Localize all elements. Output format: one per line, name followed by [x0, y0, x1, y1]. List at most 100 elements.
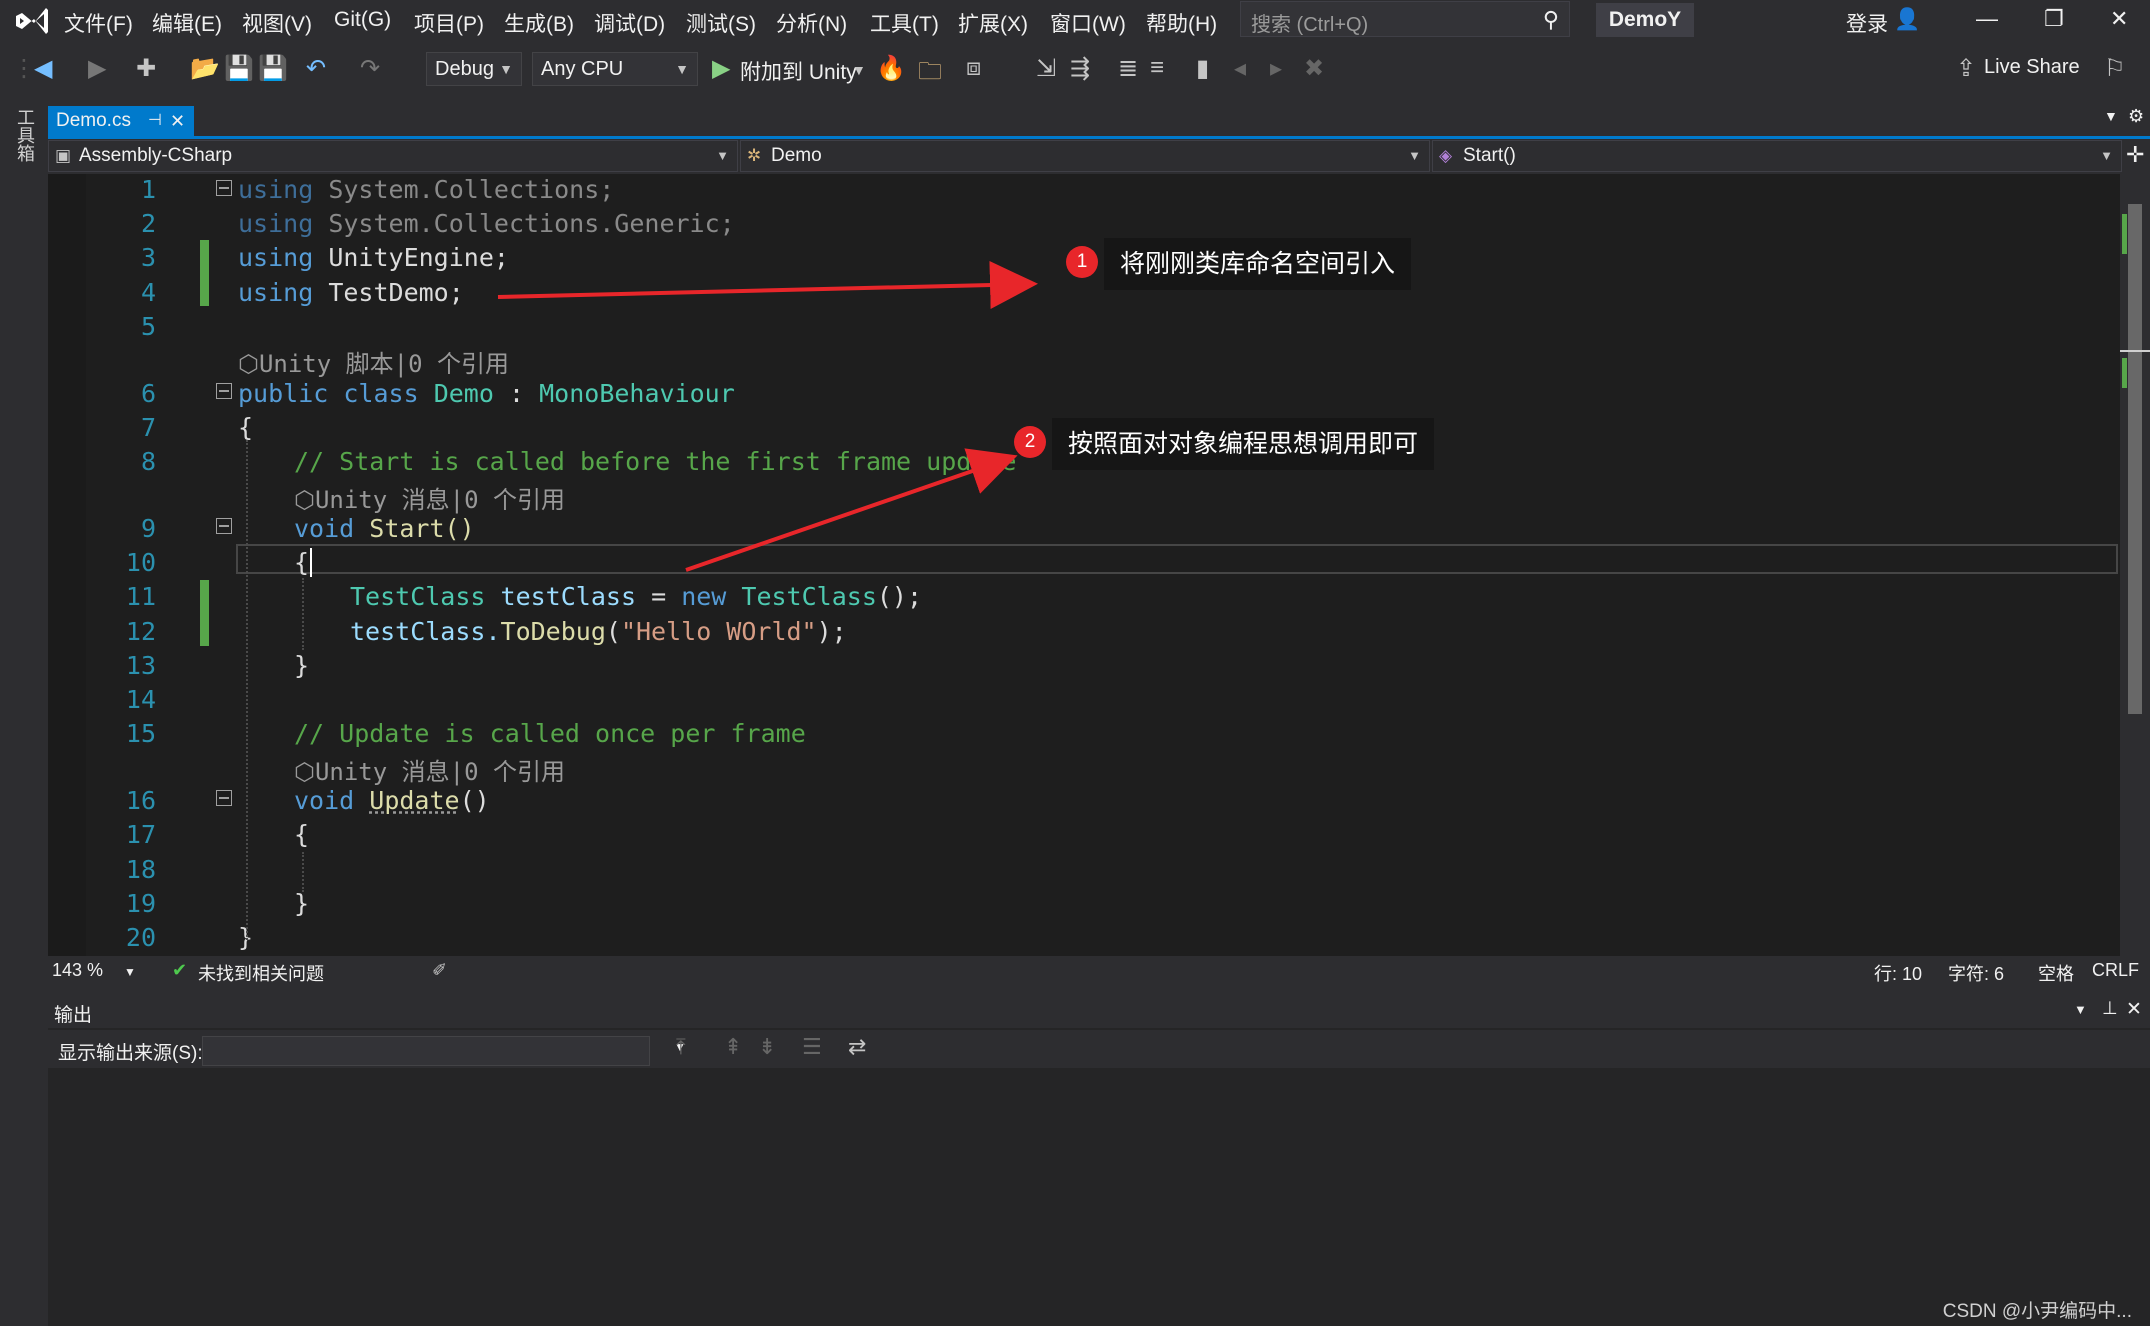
- step-over-icon[interactable]: ⇶: [1070, 54, 1090, 83]
- platform-dropdown[interactable]: Any CPU ▼: [532, 52, 698, 86]
- tab-demo-cs[interactable]: Demo.cs ⊣ ✕: [48, 106, 194, 138]
- search-icon[interactable]: ⚲: [1543, 7, 1559, 33]
- find-in-files-icon[interactable]: 🗀: [918, 54, 942, 95]
- fold-toggle[interactable]: [216, 518, 232, 534]
- chevron-down-icon[interactable]: ▼: [2074, 1002, 2087, 1017]
- code-line-6: public class Demo : MonoBehaviour: [238, 379, 735, 408]
- bookmark-icon[interactable]: ▮: [1196, 54, 1209, 83]
- caret-marker: [2120, 350, 2150, 352]
- menu-extensions[interactable]: 扩展(X): [958, 8, 1028, 38]
- side-toolbox-strip: 工具箱: [0, 100, 44, 1326]
- redo-icon[interactable]: ↷: [360, 54, 380, 83]
- menu-edit[interactable]: 编辑(E): [152, 8, 222, 38]
- menu-build[interactable]: 生成(B): [504, 8, 574, 38]
- chevron-down-icon[interactable]: ▼: [124, 965, 136, 979]
- save-all-icon[interactable]: 💾: [258, 54, 288, 83]
- editor-vertical-scrollbar[interactable]: [2120, 174, 2150, 956]
- class-dropdown[interactable]: ✲ Demo ▼: [740, 140, 1430, 172]
- search-box[interactable]: 搜索 (Ctrl+Q) ⚲: [1240, 1, 1570, 37]
- next-message-icon[interactable]: ⇟: [758, 1034, 776, 1060]
- gear-icon[interactable]: ⚙: [2128, 106, 2144, 127]
- indent-icon[interactable]: ≣: [1118, 54, 1138, 83]
- tab-overflow-icon[interactable]: ▼: [2104, 108, 2118, 124]
- word-wrap-icon[interactable]: ⇄: [848, 1034, 866, 1060]
- menu-debug[interactable]: 调试(D): [594, 8, 665, 38]
- open-folder-icon[interactable]: 📂: [190, 54, 220, 83]
- line-number: 14: [125, 685, 156, 714]
- config-dropdown[interactable]: Debug ▼: [426, 52, 522, 86]
- menu-view[interactable]: 视图(V): [242, 8, 312, 38]
- zoom-level[interactable]: 143 %: [52, 960, 103, 981]
- run-icon[interactable]: ▶: [712, 54, 730, 83]
- whitespace-indicator[interactable]: 空格: [2038, 960, 2074, 986]
- next-bookmark-icon[interactable]: ▸: [1270, 54, 1282, 83]
- prev-message-icon[interactable]: ⇞: [724, 1034, 742, 1060]
- codelens-unity-message[interactable]: ⬡Unity 消息|0 个引用: [294, 752, 565, 787]
- output-panel-header: 输出 ▼ ⊥ ✕: [48, 996, 2150, 1028]
- char-indicator[interactable]: 字符: 6: [1948, 960, 2004, 986]
- toolbox-tab[interactable]: 工具箱: [12, 108, 38, 162]
- code-line-17: {: [294, 820, 310, 849]
- back-icon[interactable]: ◀: [34, 54, 52, 83]
- menu-file[interactable]: 文件(F): [64, 8, 133, 38]
- prev-bookmark-icon[interactable]: ◂: [1234, 54, 1246, 83]
- clear-bookmarks-icon[interactable]: ✖: [1304, 54, 1324, 83]
- line-number: 20: [125, 923, 156, 952]
- live-share-button[interactable]: Live Share: [1984, 56, 2080, 79]
- new-project-icon[interactable]: ✚: [136, 54, 156, 83]
- line-number: 5: [140, 312, 156, 341]
- undo-icon[interactable]: ↶: [306, 54, 326, 83]
- line-number: 1: [140, 175, 156, 204]
- project-dropdown[interactable]: ▣ Assembly-CSharp ▼: [48, 140, 738, 172]
- fold-toggle[interactable]: [216, 790, 232, 806]
- issues-status[interactable]: 未找到相关问题: [198, 960, 324, 986]
- line-indicator[interactable]: 行: 10: [1874, 960, 1922, 986]
- restore-icon[interactable]: ❐: [2044, 6, 2064, 32]
- pin-icon[interactable]: ⊥: [2102, 998, 2118, 1019]
- menu-tools[interactable]: 工具(T): [870, 8, 939, 38]
- feedback-icon[interactable]: ⚐: [2104, 54, 2126, 83]
- menu-analyze[interactable]: 分析(N): [776, 8, 847, 38]
- brush-icon[interactable]: ✐: [432, 960, 447, 981]
- close-tab-icon[interactable]: ✕: [170, 106, 185, 136]
- outdent-icon[interactable]: ≡: [1150, 54, 1164, 82]
- account-icon[interactable]: 👤: [1894, 8, 1920, 32]
- eol-indicator[interactable]: CRLF: [2092, 960, 2139, 981]
- scrollbar-thumb[interactable]: [2128, 204, 2142, 714]
- close-panel-icon[interactable]: ✕: [2126, 998, 2142, 1021]
- goto-error-icon[interactable]: ⤒: [676, 1034, 686, 1060]
- pin-icon[interactable]: ⊣: [148, 106, 162, 136]
- minimize-icon[interactable]: —: [1976, 6, 1998, 32]
- line-number: 16: [125, 786, 156, 815]
- forward-icon[interactable]: ▶: [88, 54, 106, 83]
- visual-studio-logo-icon[interactable]: [14, 6, 50, 36]
- code-line-4: using TestDemo;: [238, 278, 464, 307]
- hot-reload-icon[interactable]: 🔥: [876, 54, 906, 83]
- menu-test[interactable]: 测试(S): [686, 8, 756, 38]
- menu-git[interactable]: Git(G): [334, 8, 391, 32]
- code-line-13: }: [294, 651, 310, 680]
- browser-link-icon[interactable]: ⧈: [966, 54, 981, 82]
- split-editor-icon[interactable]: ✛: [2126, 142, 2144, 168]
- annotation-badge-1: 1: [1066, 246, 1098, 278]
- chevron-down-icon: ▼: [499, 61, 513, 77]
- clear-all-icon[interactable]: ☰: [802, 1034, 822, 1060]
- attach-to-unity-button[interactable]: 附加到 Unity: [740, 56, 857, 86]
- output-source-select[interactable]: [202, 1036, 650, 1066]
- chevron-down-icon[interactable]: ▼: [852, 62, 866, 78]
- fold-toggle[interactable]: [216, 180, 232, 196]
- codelens-unity-message[interactable]: ⬡Unity 消息|0 个引用: [294, 480, 565, 515]
- fold-toggle[interactable]: [216, 383, 232, 399]
- menu-project[interactable]: 项目(P): [414, 8, 484, 38]
- save-icon[interactable]: 💾: [224, 54, 254, 83]
- share-icon[interactable]: ⇪: [1956, 54, 1976, 83]
- login-link[interactable]: 登录: [1846, 8, 1888, 38]
- member-dropdown[interactable]: ◈ Start() ▼: [1432, 140, 2122, 172]
- menu-help[interactable]: 帮助(H): [1146, 8, 1217, 38]
- codelens-unity-script[interactable]: ⬡Unity 脚本|0 个引用: [238, 344, 509, 379]
- step-into-icon[interactable]: ⇲: [1036, 54, 1056, 83]
- close-window-icon[interactable]: ✕: [2110, 6, 2128, 32]
- code-line-16: void Update(): [294, 786, 490, 815]
- menu-window[interactable]: 窗口(W): [1050, 8, 1126, 38]
- annotation-callout-1: 将刚刚类库命名空间引入: [1104, 238, 1412, 290]
